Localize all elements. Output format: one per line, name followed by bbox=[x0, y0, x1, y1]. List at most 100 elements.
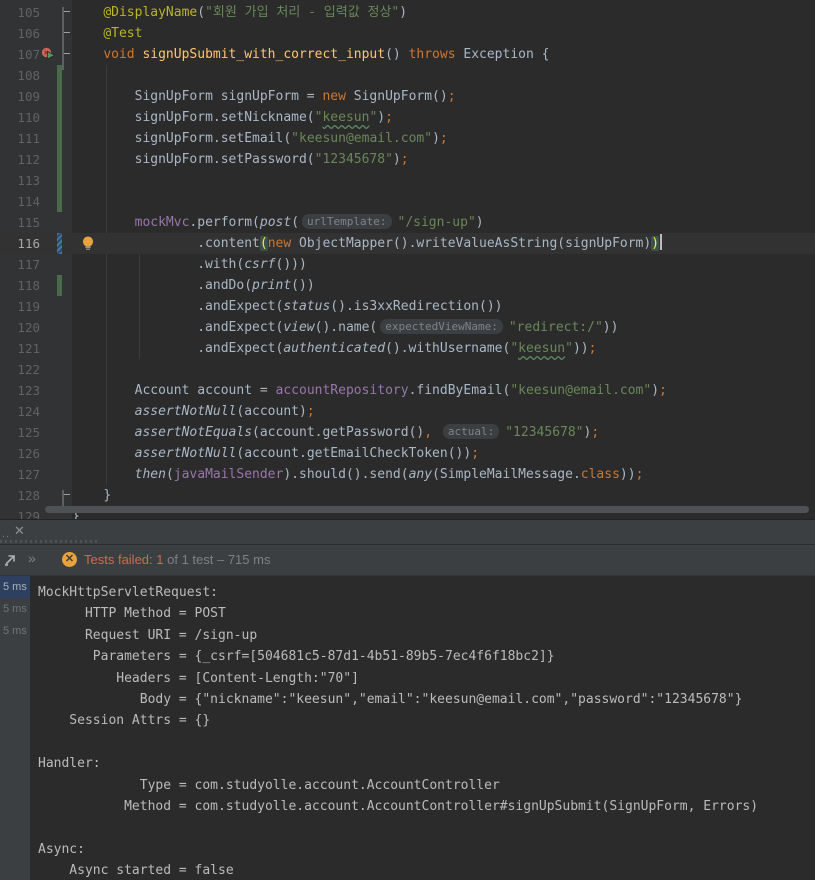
line-number[interactable]: 112 bbox=[0, 149, 40, 170]
line-number[interactable]: 126 bbox=[0, 443, 40, 464]
code-line-127[interactable]: 127 then(javaMailSender).should().send(a… bbox=[0, 464, 815, 485]
code-line-113[interactable]: 113 bbox=[0, 170, 815, 191]
code-line-111[interactable]: 111 signUpForm.setEmail("keesun@email.co… bbox=[0, 128, 815, 149]
gutter-cell[interactable]: 124 bbox=[0, 401, 72, 422]
jump-to-source-icon[interactable] bbox=[3, 553, 17, 572]
line-number[interactable]: 123 bbox=[0, 380, 40, 401]
run-test-gutter-icon[interactable] bbox=[41, 47, 57, 62]
fold-collapse-icon[interactable] bbox=[62, 28, 72, 49]
code-line-109[interactable]: 109 SignUpForm signUpForm = new SignUpFo… bbox=[0, 86, 815, 107]
code-line-118[interactable]: 118 .andDo(print()) bbox=[0, 275, 815, 296]
line-number[interactable]: 124 bbox=[0, 401, 40, 422]
console-line: Body = {"nickname":"keesun","email":"kee… bbox=[38, 692, 743, 708]
code-line-116[interactable]: 116 .content(new ObjectMapper().writeVal… bbox=[0, 233, 815, 254]
line-number[interactable]: 129 bbox=[0, 506, 40, 519]
gutter-cell[interactable]: 110 bbox=[0, 107, 72, 128]
gutter-cell[interactable]: 105 bbox=[0, 2, 72, 28]
gutter-cell[interactable]: 120 bbox=[0, 317, 72, 338]
line-number[interactable]: 121 bbox=[0, 338, 40, 359]
gutter-cell[interactable]: 122 bbox=[0, 359, 72, 380]
line-number[interactable]: 107 bbox=[0, 44, 40, 65]
gutter-cell[interactable]: 111 bbox=[0, 128, 72, 149]
gutter-cell[interactable]: 115 bbox=[0, 212, 72, 233]
test-tree-row[interactable]: 5 ms bbox=[0, 598, 30, 620]
code-line-128[interactable]: 128 } bbox=[0, 485, 815, 511]
ide-window: 105 @DisplayName("회원 가입 처리 - 입력값 정상") 106… bbox=[0, 0, 815, 880]
gutter-cell[interactable]: 108 bbox=[0, 65, 72, 86]
line-number[interactable]: 111 bbox=[0, 128, 40, 149]
line-number[interactable]: 110 bbox=[0, 107, 40, 128]
line-number[interactable]: 106 bbox=[0, 23, 40, 44]
code-line-114[interactable]: 114 bbox=[0, 191, 815, 212]
code-line-115[interactable]: 115 mockMvc.perform(post(urlTemplate: "/s… bbox=[0, 212, 815, 233]
line-number[interactable]: 114 bbox=[0, 191, 40, 212]
gutter-cell[interactable]: 128 bbox=[0, 485, 72, 511]
intention-bulb-icon[interactable] bbox=[82, 236, 94, 255]
code-line-105[interactable]: 105 @DisplayName("회원 가입 처리 - 입력값 정상") bbox=[0, 2, 815, 28]
fold-end-icon[interactable] bbox=[62, 490, 72, 511]
gutter-cell[interactable]: 118 bbox=[0, 275, 72, 296]
code-line-text: void signUpSubmit_with_correct_input() t… bbox=[103, 47, 550, 62]
code-line-124[interactable]: 124 assertNotNull(account); bbox=[0, 401, 815, 422]
code-line-106[interactable]: 106 @Test bbox=[0, 23, 815, 49]
test-tree[interactable]: 5 ms 5 ms 5 ms bbox=[0, 576, 30, 880]
code-line-110[interactable]: 110 signUpForm.setNickname("keesun"); bbox=[0, 107, 815, 128]
rerun-failed-test-icon[interactable] bbox=[41, 47, 57, 62]
code-line-121[interactable]: 121 .andExpect(authenticated().withUsern… bbox=[0, 338, 815, 359]
line-number[interactable]: 108 bbox=[0, 65, 40, 86]
line-number[interactable]: 116 bbox=[0, 233, 40, 254]
line-number[interactable]: 105 bbox=[0, 2, 40, 23]
fold-collapse-icon[interactable] bbox=[62, 49, 72, 70]
code-line-117[interactable]: 117 .with(csrf())) bbox=[0, 254, 815, 275]
code-line-123[interactable]: 123 Account account = accountRepository.… bbox=[0, 380, 815, 401]
code-line-107[interactable]: 107 void signUpSubmit_with_correct_input… bbox=[0, 44, 815, 70]
fold-collapse-icon[interactable] bbox=[62, 7, 72, 28]
close-icon[interactable]: ✕ bbox=[14, 523, 25, 539]
gutter-cell[interactable]: 126 bbox=[0, 443, 72, 464]
gutter-cell[interactable]: 127 bbox=[0, 464, 72, 485]
gutter-cell[interactable]: 107 bbox=[0, 44, 72, 70]
console-line: Parameters = {_csrf=[504681c5-87d1-4b51-… bbox=[38, 649, 555, 665]
gutter-cell[interactable]: 123 bbox=[0, 380, 72, 401]
gutter-cell[interactable]: 112 bbox=[0, 149, 72, 170]
code-line-108[interactable]: 108 bbox=[0, 65, 815, 86]
gutter-cell[interactable]: 117 bbox=[0, 254, 72, 275]
vcs-added-marker bbox=[57, 107, 62, 128]
line-number[interactable]: 125 bbox=[0, 422, 40, 443]
code-line-122[interactable]: 122 bbox=[0, 359, 815, 380]
line-number[interactable]: 117 bbox=[0, 254, 40, 275]
line-number[interactable]: 128 bbox=[0, 485, 40, 506]
code-line-126[interactable]: 126 assertNotNull(account.getEmailCheckT… bbox=[0, 443, 815, 464]
line-number[interactable]: 118 bbox=[0, 275, 40, 296]
gutter-cell[interactable]: 113 bbox=[0, 170, 72, 191]
truncated-tab-label[interactable]: .. bbox=[2, 528, 10, 540]
gutter-cell[interactable]: 114 bbox=[0, 191, 72, 212]
hidden-toolbar-chevron-icon[interactable]: » bbox=[28, 550, 36, 566]
line-number[interactable]: 115 bbox=[0, 212, 40, 233]
code-line-112[interactable]: 112 signUpForm.setPassword("12345678"); bbox=[0, 149, 815, 170]
gutter-cell[interactable]: 125 bbox=[0, 422, 72, 443]
code-line-119[interactable]: 119 .andExpect(status().is3xxRedirection… bbox=[0, 296, 815, 317]
splitter-grip[interactable] bbox=[0, 540, 100, 543]
gutter-cell[interactable]: 119 bbox=[0, 296, 72, 317]
gutter-cell[interactable]: 109 bbox=[0, 86, 72, 107]
test-tree-row[interactable]: 5 ms bbox=[0, 576, 30, 598]
code-line-125[interactable]: 125 assertNotEquals(account.getPassword(… bbox=[0, 422, 815, 443]
code-line-text: SignUpForm signUpForm = new SignUpForm()… bbox=[134, 89, 456, 104]
test-console[interactable]: MockHttpServletRequest: HTTP Method = PO… bbox=[30, 576, 815, 880]
gutter-cell[interactable]: 116 bbox=[0, 233, 72, 254]
test-tree-row[interactable]: 5 ms bbox=[0, 620, 30, 642]
line-number[interactable]: 109 bbox=[0, 86, 40, 107]
line-number[interactable]: 120 bbox=[0, 317, 40, 338]
code-line-120[interactable]: 120 .andExpect(view().name(expectedViewN… bbox=[0, 317, 815, 338]
line-number[interactable]: 127 bbox=[0, 464, 40, 485]
line-number[interactable]: 122 bbox=[0, 359, 40, 380]
vcs-added-marker bbox=[57, 275, 62, 296]
code-editor[interactable]: 105 @DisplayName("회원 가입 처리 - 입력값 정상") 106… bbox=[0, 0, 815, 519]
gutter-cell[interactable]: 121 bbox=[0, 338, 72, 359]
line-number[interactable]: 113 bbox=[0, 170, 40, 191]
gutter-cell[interactable]: 106 bbox=[0, 23, 72, 49]
line-number[interactable]: 119 bbox=[0, 296, 40, 317]
horizontal-scrollbar-thumb[interactable] bbox=[45, 506, 809, 513]
